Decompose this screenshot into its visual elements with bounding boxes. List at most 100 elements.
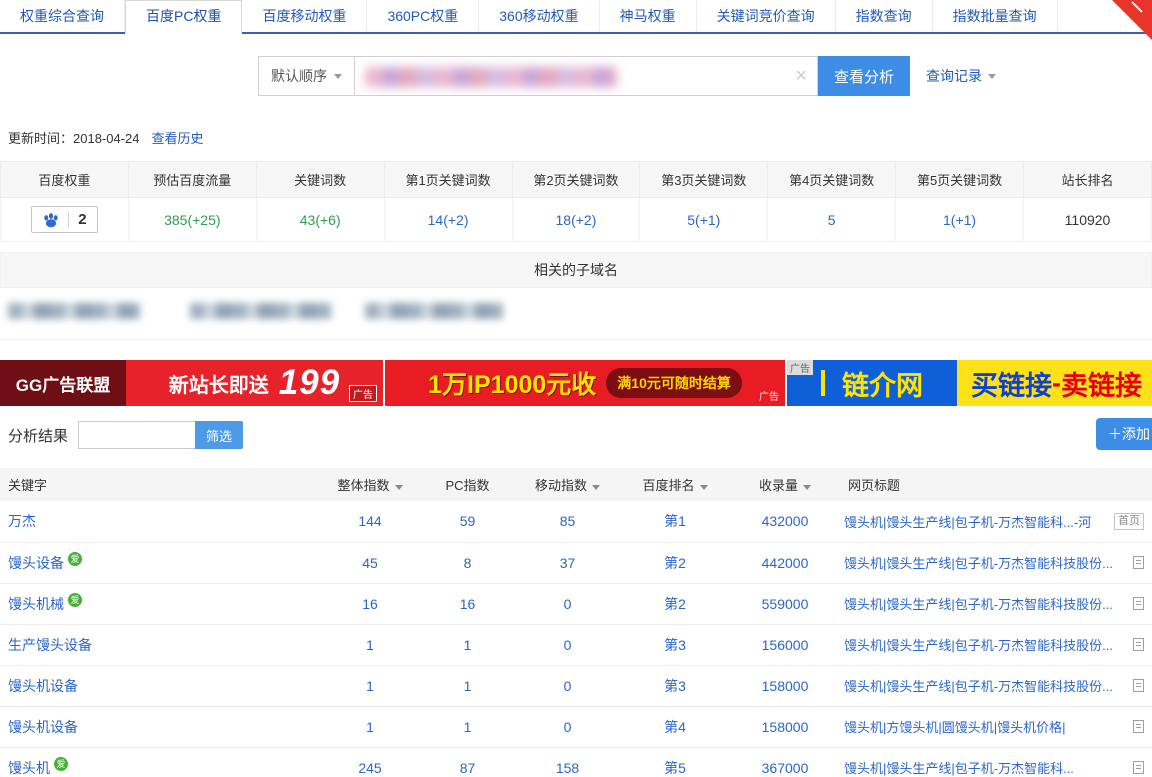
keyword-link[interactable]: 馒头机设备 (8, 678, 78, 694)
keyword-link[interactable]: 馒头机械 (8, 596, 64, 612)
title-cell: 馒头机|馒头生产线|包子机-万杰智能科技股份... (840, 542, 1152, 583)
tab-3[interactable]: 百度移动权重 (242, 0, 367, 32)
baidu-rank-link[interactable]: 第2 (664, 596, 686, 612)
column-header-label: 整体指数 (337, 478, 389, 493)
mobile-index-link[interactable]: 0 (564, 596, 572, 612)
overall-index-link[interactable]: 16 (362, 596, 378, 612)
stats-value[interactable]: 18(+2) (512, 198, 640, 242)
collection-count-link[interactable]: 559000 (762, 596, 809, 612)
value-cell: 245 (320, 747, 420, 777)
page-title-link[interactable]: 馒头机|馒头生产线|包子机-万杰智能科技股份... (844, 553, 1113, 572)
results-column-header-4[interactable]: 移动指数 (515, 468, 620, 501)
collection-count-link[interactable]: 158000 (762, 678, 809, 694)
order-select[interactable]: 默认顺序 (258, 56, 355, 96)
baidu-rank-link[interactable]: 第4 (664, 719, 686, 735)
pc-index-link[interactable]: 1 (464, 678, 472, 694)
mobile-index-link[interactable]: 37 (560, 555, 576, 571)
analyze-button[interactable]: 查看分析 (818, 56, 910, 96)
overall-index-link[interactable]: 1 (366, 719, 374, 735)
overall-index-link[interactable]: 45 (362, 555, 378, 571)
results-column-header-2[interactable]: 整体指数 (320, 468, 420, 501)
collection-count-link[interactable]: 156000 (762, 637, 809, 653)
page-title-link[interactable]: 馒头机|馒头生产线|包子机-万杰智能科技股份... (844, 594, 1113, 613)
filter-button[interactable]: 筛选 (195, 421, 243, 449)
keyword-filter-input[interactable] (78, 421, 196, 449)
add-compare-button[interactable]: ＋添加 (1096, 418, 1152, 450)
stats-value[interactable]: 1(+1) (896, 198, 1024, 242)
page-title-link[interactable]: 馒头机|馒头生产线|包子机-万杰智能科...-河 (844, 512, 1091, 531)
home-badge: 首页 (1114, 513, 1144, 530)
tab-6[interactable]: 神马权重 (600, 0, 697, 32)
mobile-index-link[interactable]: 0 (564, 678, 572, 694)
tab-5[interactable]: 360移动权重 (479, 0, 599, 32)
results-column-header-5[interactable]: 百度排名 (620, 468, 730, 501)
value-cell: 1 (420, 665, 515, 706)
value-cell: 8 (420, 542, 515, 583)
keyword-link[interactable]: 生产馒头设备 (8, 637, 92, 653)
query-history-link[interactable]: 查询记录 (926, 56, 996, 96)
keyword-link[interactable]: 馒头机 (8, 760, 50, 776)
ad-banner-link-market[interactable]: 广告 链介网 买链接 - 卖链接 (787, 360, 1152, 406)
results-column-header-6[interactable]: 收录量 (730, 468, 840, 501)
view-history-link[interactable]: 查看历史 (152, 128, 204, 147)
overall-index-link[interactable]: 1 (366, 678, 374, 694)
censored-subdomain[interactable] (365, 303, 503, 319)
collection-count-link[interactable]: 442000 (762, 555, 809, 571)
censored-subdomain[interactable] (8, 303, 140, 319)
overall-index-link[interactable]: 245 (358, 760, 381, 776)
stats-value[interactable]: 385(+25) (128, 198, 256, 242)
stats-value[interactable]: 5 (768, 198, 896, 242)
corner-ribbon[interactable] (1112, 0, 1152, 40)
tab-7[interactable]: 关键词竞价查询 (697, 0, 836, 32)
domain-input[interactable]: × (355, 56, 818, 96)
keyword-link[interactable]: 万杰 (8, 513, 36, 529)
pc-index-link[interactable]: 16 (460, 596, 476, 612)
mobile-index-link[interactable]: 158 (556, 760, 579, 776)
pc-index-link[interactable]: 1 (464, 719, 472, 735)
overall-index-link[interactable]: 144 (358, 513, 381, 529)
baidu-weight-badge[interactable]: 2 (31, 206, 97, 233)
mobile-index-link[interactable]: 0 (564, 637, 572, 653)
pc-index-link[interactable]: 8 (464, 555, 472, 571)
pc-index-link[interactable]: 1 (464, 637, 472, 653)
mobile-index-link[interactable]: 85 (560, 513, 576, 529)
page-title-link[interactable]: 馒头机|方馒头机|圆馒头机|馒头机价格| (844, 717, 1066, 736)
tab-2[interactable]: 百度PC权重 (125, 0, 242, 34)
clear-icon[interactable]: × (795, 66, 807, 86)
page-title-link[interactable]: 馒头机|馒头生产线|包子机-万杰智能科技股份... (844, 676, 1113, 695)
mobile-index-link[interactable]: 0 (564, 719, 572, 735)
ad-banner-gg-union[interactable]: GG广告联盟 新站长即送 199 广告 (0, 360, 383, 406)
baidu-rank-link[interactable]: 第3 (664, 637, 686, 653)
title-inner: 馒头机|馒头生产线|包子机-万杰智能科...-河 首页 (844, 512, 1144, 531)
tab-4[interactable]: 360PC权重 (367, 0, 479, 32)
overall-index-link[interactable]: 1 (366, 637, 374, 653)
baidu-rank-link[interactable]: 第1 (664, 513, 686, 529)
tab-9[interactable]: 指数批量查询 (933, 0, 1058, 32)
page-title-link[interactable]: 馒头机|馒头生产线|包子机-万杰智能科... (844, 758, 1074, 777)
baidu-rank-link[interactable]: 第2 (664, 555, 686, 571)
ad-brand: 链介网 (842, 364, 923, 403)
baidu-rank-link[interactable]: 第3 (664, 678, 686, 694)
tab-8[interactable]: 指数查询 (836, 0, 933, 32)
collection-count-link[interactable]: 432000 (762, 513, 809, 529)
pc-index-link[interactable]: 87 (460, 760, 476, 776)
keyword-link[interactable]: 馒头机设备 (8, 719, 78, 735)
ad-banner-ip-buy[interactable]: 1万IP1000元收 满10元可随时结算 广告 (385, 360, 785, 406)
censored-subdomain[interactable] (190, 303, 332, 319)
pc-index-link[interactable]: 59 (460, 513, 476, 529)
column-header-label: 关键字 (8, 478, 47, 493)
table-row: 馒头机械爱16160第2559000馒头机|馒头生产线|包子机-万杰智能科技股份… (0, 583, 1152, 624)
stats-value[interactable]: 5(+1) (640, 198, 768, 242)
page-title-link[interactable]: 馒头机|馒头生产线|包子机-万杰智能科技股份... (844, 635, 1113, 654)
stats-value[interactable]: 14(+2) (384, 198, 512, 242)
column-header-label: 移动指数 (535, 478, 587, 493)
collection-count-link[interactable]: 158000 (762, 719, 809, 735)
value-cell: 1 (420, 706, 515, 747)
collection-count-link[interactable]: 367000 (762, 760, 809, 776)
baidu-rank-link[interactable]: 第5 (664, 760, 686, 776)
tab-bar: 权重综合查询百度PC权重百度移动权重360PC权重360移动权重神马权重关键词竞… (0, 0, 1152, 34)
keyword-link[interactable]: 馒头设备 (8, 555, 64, 571)
stats-value[interactable]: 43(+6) (256, 198, 384, 242)
value-cell: 158000 (730, 665, 840, 706)
tab-1[interactable]: 权重综合查询 (0, 0, 125, 32)
